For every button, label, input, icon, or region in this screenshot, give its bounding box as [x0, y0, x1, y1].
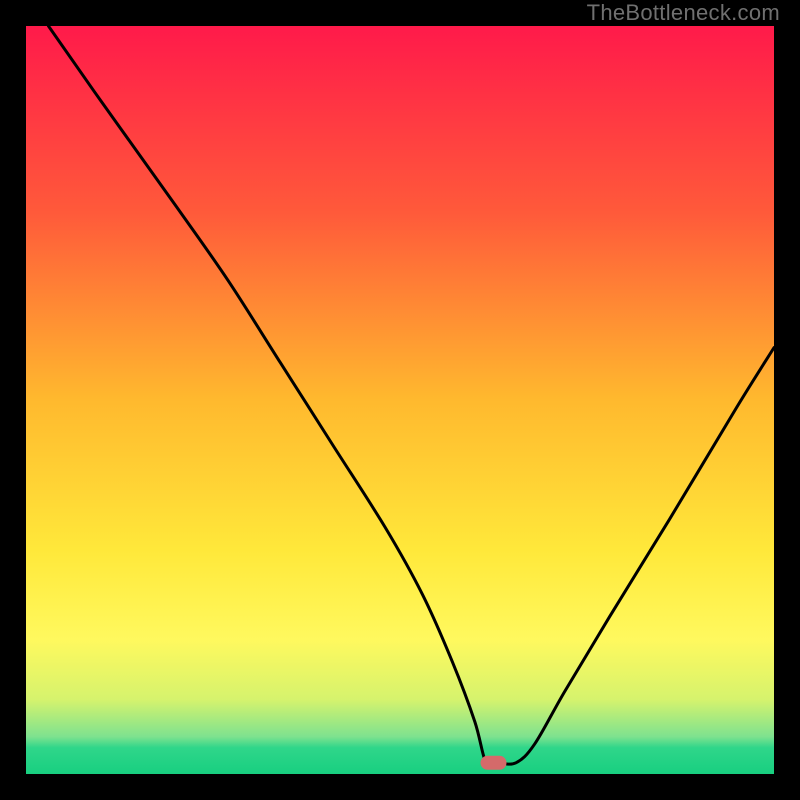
optimal-marker — [481, 756, 507, 770]
chart-stage: TheBottleneck.com — [0, 0, 800, 800]
watermark-text: TheBottleneck.com — [587, 0, 780, 26]
bottleneck-chart — [0, 0, 800, 800]
